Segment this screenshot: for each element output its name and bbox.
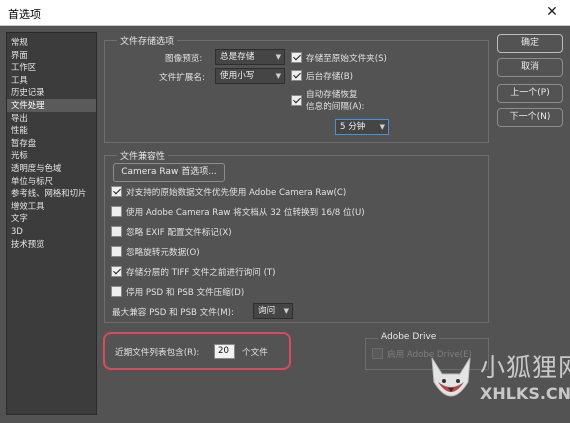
cancel-button[interactable]: 取消: [497, 58, 563, 77]
auto-save-interval-value: 5 分钟: [340, 122, 366, 132]
chevron-down-icon: ▼: [379, 123, 385, 131]
sidebar-item-3d[interactable]: 3D: [7, 225, 96, 238]
sidebar-item-units[interactable]: 单位与标尺: [7, 175, 96, 188]
ignore-rotation-label: 忽略旋转元数据(O): [126, 248, 200, 258]
sidebar-item-type[interactable]: 文字: [7, 212, 96, 225]
save-to-original-folder-checkbox[interactable]: [291, 52, 302, 63]
recent-files-label: 近期文件列表包含(R):: [115, 348, 200, 358]
title-bar: 首选项 ✕: [0, 0, 570, 26]
chevron-down-icon: ▼: [283, 307, 289, 315]
ask-layered-tiff-checkbox[interactable]: [111, 266, 122, 277]
watermark-cn: 小狐狸网: [480, 353, 570, 382]
ignore-exif-label: 忽略 EXIF 配置文件标记(X): [126, 228, 232, 238]
sidebar-item-cursors[interactable]: 光标: [7, 149, 96, 162]
camera-raw-preferences-button[interactable]: Camera Raw 首选项...: [113, 163, 225, 182]
watermark: 小狐狸网 XHLKS.CN: [424, 340, 570, 420]
file-extension-select[interactable]: 使用小写 ▼: [215, 68, 285, 84]
ignore-exif-checkbox[interactable]: [111, 226, 122, 237]
sidebar-item-workspace[interactable]: 工作区: [7, 61, 96, 74]
sidebar-item-history[interactable]: 历史记录: [7, 86, 96, 99]
sidebar-item-transparency[interactable]: 透明度与色域: [7, 162, 96, 175]
save-to-original-folder-label: 存储至原始文件夹(S): [306, 54, 387, 64]
ask-layered-tiff-label: 存储分层的 TIFF 文件之前进行询问 (T): [126, 268, 276, 278]
prefer-camera-raw-label: 对支持的原始数据文件优先使用 Adobe Camera Raw(C): [126, 188, 347, 198]
auto-save-interval-select[interactable]: 5 分钟 ▼: [335, 119, 389, 135]
auto-save-checkbox[interactable]: [291, 95, 302, 106]
recent-files-unit: 个文件: [242, 348, 268, 358]
next-button[interactable]: 下一个(N): [497, 108, 563, 127]
image-preview-label: 图像预览:: [165, 54, 203, 64]
window-title: 首选项: [8, 8, 41, 21]
background-save-checkbox[interactable]: [291, 70, 302, 81]
sidebar: 常规 界面 工作区 工具 历史记录 文件处理 导出 性能 暂存盘 光标 透明度与…: [6, 32, 97, 415]
sidebar-item-plugins[interactable]: 增效工具: [7, 200, 96, 213]
disable-psd-compression-label: 停用 PSD 和 PSB 文件压缩(D): [126, 288, 245, 298]
sidebar-item-file-handling[interactable]: 文件处理: [7, 98, 96, 112]
enable-adobe-drive-checkbox[interactable]: [372, 348, 383, 359]
file-compatibility-title: 文件兼容性: [117, 149, 169, 162]
previous-button[interactable]: 上一个(P): [497, 84, 563, 103]
prefer-camera-raw-checkbox[interactable]: [111, 186, 122, 197]
watermark-en: XHLKS.CN: [480, 384, 570, 403]
close-icon[interactable]: ✕: [543, 3, 561, 21]
sidebar-item-interface[interactable]: 界面: [7, 49, 96, 62]
image-preview-select[interactable]: 总是存储 ▼: [215, 49, 285, 65]
file-save-options-title: 文件存储选项: [117, 34, 178, 47]
camera-raw-convert-checkbox[interactable]: [111, 206, 122, 217]
max-compatibility-select[interactable]: 询问 ▼: [253, 303, 293, 319]
chevron-down-icon: ▼: [275, 72, 281, 80]
sidebar-item-scratch-disks[interactable]: 暂存盘: [7, 137, 96, 150]
auto-save-label-line1: 自动存储恢复: [306, 90, 358, 100]
sidebar-item-tools[interactable]: 工具: [7, 74, 96, 87]
max-compatibility-value: 询问: [258, 306, 276, 316]
sidebar-item-guides[interactable]: 参考线、网格和切片: [7, 187, 96, 200]
sidebar-item-general[interactable]: 常规: [7, 36, 96, 49]
file-extension-value: 使用小写: [220, 71, 255, 81]
background-save-label: 后台存储(B): [306, 72, 353, 82]
auto-save-label-line2: 信息的间隔(A):: [306, 102, 365, 112]
chevron-down-icon: ▼: [275, 53, 281, 61]
file-extension-label: 文件扩展名:: [159, 73, 205, 83]
recent-files-count-input[interactable]: 20: [214, 344, 235, 359]
max-compatibility-label: 最大兼容 PSD 和 PSB 文件(M):: [112, 308, 234, 318]
sidebar-item-performance[interactable]: 性能: [7, 124, 96, 137]
image-preview-value: 总是存储: [220, 52, 255, 62]
sidebar-item-tech-preview[interactable]: 技术预览: [7, 238, 96, 251]
ok-button[interactable]: 确定: [497, 34, 563, 53]
disable-psd-compression-checkbox[interactable]: [111, 286, 122, 297]
camera-raw-convert-label: 使用 Adobe Camera Raw 将文档从 32 位转换到 16/8 位(…: [126, 208, 365, 218]
ignore-rotation-checkbox[interactable]: [111, 246, 122, 257]
sidebar-item-export[interactable]: 导出: [7, 112, 96, 125]
fox-logo-icon: [431, 357, 471, 397]
